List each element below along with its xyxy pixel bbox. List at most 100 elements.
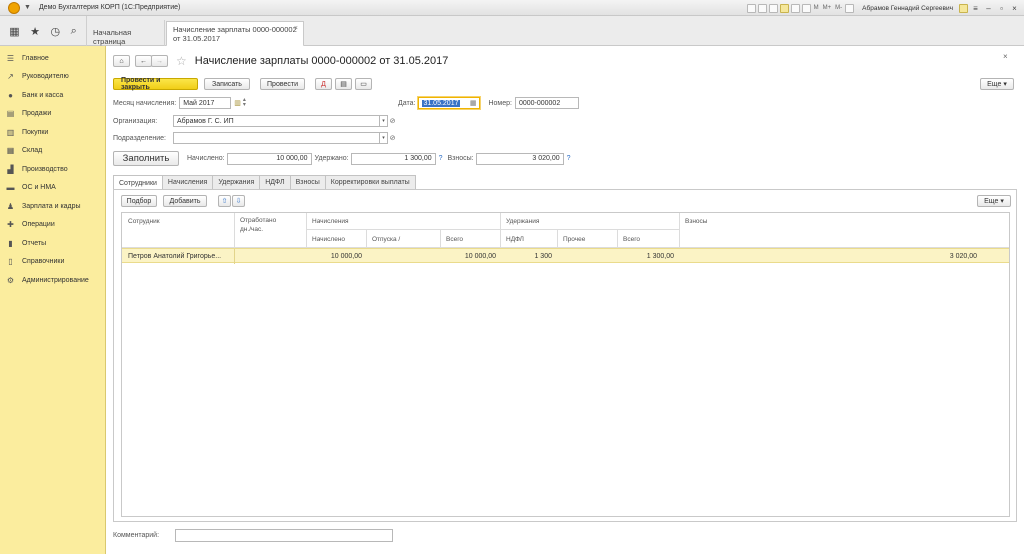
debit-credit-icon[interactable]: Д (315, 78, 332, 90)
favorite-star-icon[interactable]: ☆ (176, 54, 187, 68)
sidebar-item-admin[interactable]: ⚙ Администрирование (0, 271, 105, 290)
more-button[interactable]: Еще ▾ (980, 78, 1014, 90)
sidebar-item-label: Отчеты (22, 239, 47, 247)
tab-document[interactable]: Начисление зарплаты 0000-000002 от 31.05… (166, 21, 304, 49)
sidebar-item-references[interactable]: ▯ Справочники (0, 253, 105, 272)
history-icon[interactable]: ◷ (50, 25, 60, 38)
sidebar-item-operations[interactable]: ✚ Операции (0, 216, 105, 235)
month-field[interactable]: Май 2017 (179, 97, 232, 109)
favorites-icon[interactable] (779, 3, 789, 13)
sidebar-item-manager[interactable]: ↗ Руководителю (0, 68, 105, 87)
number-label: Номер: (488, 99, 512, 107)
withheld-help-icon[interactable]: ? (439, 155, 443, 162)
sidebar-item-assets[interactable]: ▬ ОС и НМА (0, 179, 105, 198)
close-form-icon[interactable]: × (1003, 52, 1008, 61)
sidebar-item-label: Покупки (22, 128, 49, 136)
print-icon[interactable]: ▭ (355, 78, 372, 90)
col-vacation[interactable]: Отпуска / (372, 236, 400, 243)
pick-button[interactable]: Подбор (121, 195, 157, 207)
accrued-total: 10 000,00 (226, 152, 312, 165)
current-user[interactable]: Абрамов Геннадий Сергеевич (862, 5, 953, 12)
add-button[interactable]: Добавить (163, 195, 207, 207)
tab-withholdings[interactable]: Удержания (212, 175, 261, 189)
sidebar-item-production[interactable]: ▟ Производство (0, 160, 105, 179)
copy-icon[interactable] (768, 3, 778, 13)
close-tab-icon[interactable]: × (294, 24, 298, 33)
tab-payment-corrections[interactable]: Корректировки выплаты (324, 175, 416, 189)
fill-button[interactable]: Заполнить (113, 151, 179, 166)
col-accrued[interactable]: Начислено (312, 236, 345, 243)
calculator-icon[interactable] (790, 3, 800, 13)
col-total-accrued[interactable]: Всего (446, 236, 463, 243)
coin-icon: ● (8, 90, 13, 100)
tab-employees[interactable]: Сотрудники (113, 175, 163, 190)
table-row[interactable]: Петров Анатолий Григорье... 10 000,00 10… (122, 248, 1009, 264)
tab-accruals[interactable]: Начисления (161, 175, 214, 189)
star-icon[interactable]: ★ (30, 25, 40, 38)
sidebar-item-label: Зарплата и кадры (22, 202, 81, 210)
col-worked[interactable]: Отработано (240, 217, 276, 224)
forward-button[interactable]: → (151, 55, 168, 67)
col-ndfl[interactable]: НДФЛ (506, 236, 524, 243)
contrib-total: 3 020,00 (475, 152, 564, 165)
close-icon[interactable]: × (1009, 4, 1020, 13)
org-dropdown-icon[interactable]: ▾ (380, 115, 388, 127)
register-report-icon[interactable]: ▤ (335, 78, 352, 90)
post-button[interactable]: Провести (260, 78, 305, 90)
sidebar-item-reports[interactable]: ▮ Отчеты (0, 234, 105, 253)
number-field[interactable]: 0000-000002 (514, 97, 579, 109)
tab-contributions[interactable]: Взносы (289, 175, 326, 189)
move-up-icon[interactable]: ⇧ (218, 195, 231, 207)
calendar-icon[interactable]: ▦ (470, 99, 477, 107)
org-label: Организация: (113, 117, 158, 125)
minimize-icon[interactable]: – (983, 4, 994, 13)
comment-field[interactable] (175, 529, 393, 542)
divider (234, 213, 235, 248)
sidebar-item-sales[interactable]: ▤ Продажи (0, 105, 105, 124)
window-split-icon[interactable] (845, 3, 855, 13)
post-and-close-button[interactable]: Провести и закрыть (113, 77, 198, 91)
month-stepper-icon[interactable]: ▴ ▾ (243, 97, 246, 108)
dept-field[interactable] (173, 132, 380, 144)
table-more-button[interactable]: Еще ▾ (977, 195, 1011, 207)
open-link-icon[interactable]: ⊘ (388, 115, 397, 127)
memory-plus-button[interactable]: M+ (823, 5, 832, 11)
back-button[interactable]: ← (135, 55, 152, 67)
date-field[interactable]: 31.05.2017 ▦ (418, 97, 481, 109)
document-form: ⌂ ← → ☆ Начисление зарплаты 0000-000002 … (107, 46, 1024, 554)
sidebar-item-main[interactable]: ☰ Главное (0, 49, 105, 68)
search-icon[interactable]: ⌕ (71, 25, 77, 38)
comment-label: Комментарий: (113, 532, 160, 539)
col-total-withheld[interactable]: Всего (623, 236, 640, 243)
col-other[interactable]: Прочее (563, 236, 585, 243)
col-contributions[interactable]: Взносы (685, 218, 707, 225)
calendar-icon[interactable] (757, 3, 767, 13)
col-employee[interactable]: Сотрудник (128, 218, 160, 225)
info-icon[interactable] (959, 3, 968, 13)
apps-grid-icon[interactable]: ▦ (9, 25, 19, 38)
open-link-icon[interactable]: ⊘ (388, 132, 397, 144)
restore-icon[interactable]: ▫ (996, 4, 1007, 13)
move-down-icon[interactable]: ⇩ (232, 195, 245, 207)
memory-minus-button[interactable]: M- (835, 5, 842, 11)
chevron-down-icon[interactable]: ▼ (24, 4, 31, 11)
sidebar-item-bank[interactable]: ● Банк и касса (0, 86, 105, 105)
tab-home[interactable]: Начальная страница (87, 20, 165, 46)
tab-ndfl[interactable]: НДФЛ (259, 175, 291, 189)
sidebar-item-purchases[interactable]: ▥ Покупки (0, 123, 105, 142)
calendar-icon[interactable]: ▥ (234, 99, 241, 107)
home-button[interactable]: ⌂ (113, 55, 130, 67)
contrib-help-icon[interactable]: ? (567, 155, 571, 162)
memory-button[interactable]: M (814, 5, 819, 11)
app-logo-icon[interactable] (8, 1, 20, 14)
document-icon[interactable] (801, 3, 811, 13)
history-icon[interactable] (746, 3, 756, 13)
employees-panel: Подбор Добавить ⇧ ⇩ Еще ▾ Сотрудник Отра… (113, 189, 1017, 522)
dept-dropdown-icon[interactable]: ▾ (380, 132, 388, 144)
page-title: Начисление зарплаты 0000-000002 от 31.05… (194, 55, 449, 67)
sidebar-item-payroll[interactable]: ♟ Зарплата и кадры (0, 197, 105, 216)
org-field[interactable]: Абрамов Г. С. ИП (173, 115, 380, 127)
settings-menu-icon[interactable]: ≡ (970, 4, 981, 13)
sidebar-item-warehouse[interactable]: ▦ Склад (0, 142, 105, 161)
save-button[interactable]: Записать (204, 78, 250, 90)
